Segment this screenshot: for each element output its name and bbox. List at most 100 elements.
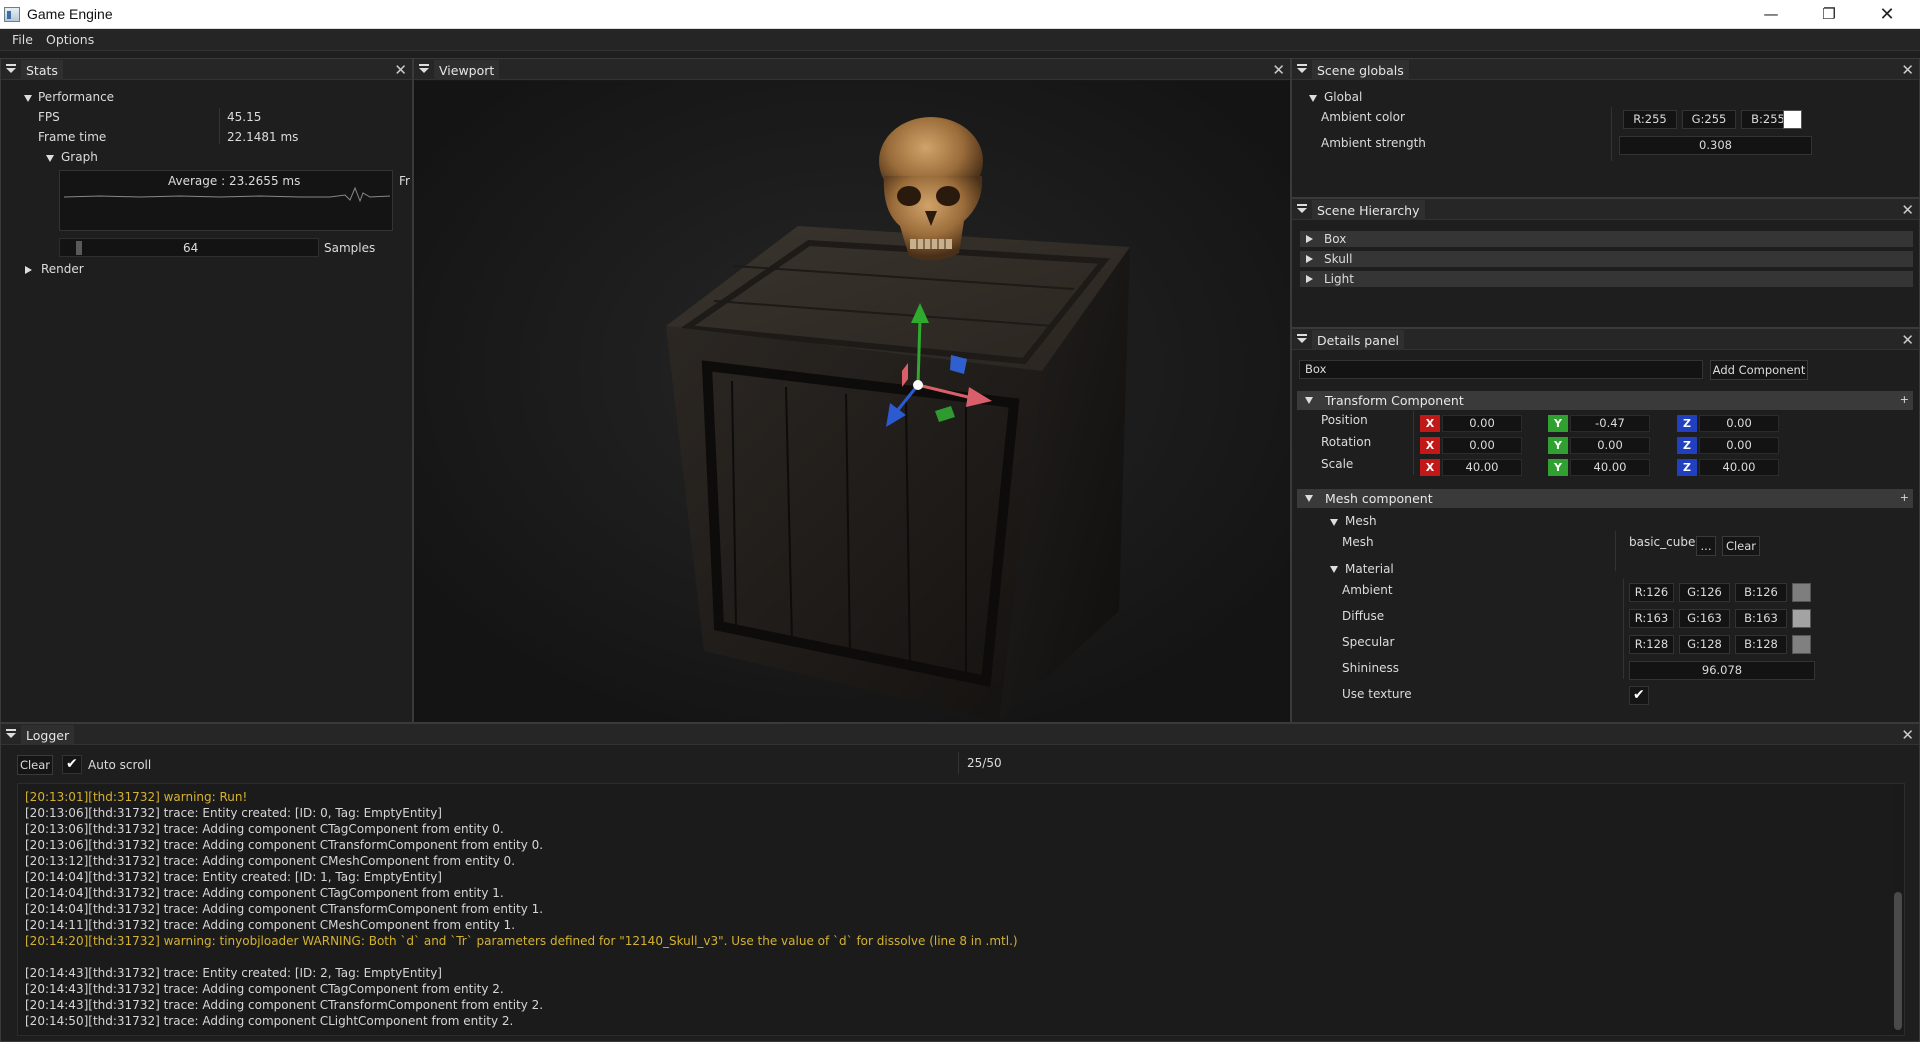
render-node[interactable]: Render	[41, 262, 84, 276]
material-diffuse-b[interactable]: B:163	[1735, 609, 1787, 628]
hierarchy-item-light[interactable]: Light	[1300, 271, 1913, 287]
ambient-color-label: Ambient color	[1321, 110, 1405, 124]
menu-file[interactable]: File	[12, 32, 33, 47]
clear-log-button[interactable]: Clear	[17, 755, 53, 775]
scale-x-field[interactable]: 40.00	[1442, 459, 1522, 476]
logger-panel: Logger ✕ Clear ✔ Auto scroll 25/50 [20:1…	[0, 723, 1920, 1042]
material-diffuse-swatch[interactable]	[1792, 609, 1811, 628]
scrollbar-thumb[interactable]	[1894, 892, 1902, 1030]
graph-node[interactable]: Graph	[61, 150, 98, 164]
ambient-color-swatch[interactable]	[1783, 110, 1802, 129]
ambient-g-field[interactable]: G:255	[1682, 110, 1736, 129]
panel-menu-icon[interactable]	[6, 64, 16, 75]
panel-menu-icon[interactable]	[1297, 64, 1307, 75]
minimize-button[interactable]: —	[1742, 0, 1800, 29]
shininess-slider[interactable]: 96.078	[1629, 661, 1815, 680]
z-axis-badge: Z	[1677, 437, 1697, 454]
performance-node[interactable]: Performance	[38, 90, 114, 104]
expanded-arrow-icon[interactable]	[1305, 397, 1313, 404]
hierarchy-item-skull[interactable]: Skull	[1300, 251, 1913, 267]
viewport-tab[interactable]: Viewport	[434, 60, 500, 80]
expanded-arrow-icon[interactable]	[1330, 566, 1338, 573]
material-ambient-g[interactable]: G:126	[1679, 583, 1730, 602]
scene-hierarchy-tab[interactable]: Scene Hierarchy	[1312, 200, 1425, 220]
entity-name-input[interactable]: Box	[1299, 360, 1703, 379]
scale-y-field[interactable]: 40.00	[1570, 459, 1650, 476]
restore-button[interactable]: ❐	[1800, 0, 1858, 29]
material-ambient-r[interactable]: R:126	[1629, 583, 1674, 602]
scene-hierarchy-panel: Scene Hierarchy ✕ Box Skull Light	[1291, 198, 1920, 328]
material-ambient-b[interactable]: B:126	[1735, 583, 1787, 602]
use-texture-checkbox[interactable]: ✔	[1629, 686, 1649, 705]
mesh-node[interactable]: Mesh	[1345, 514, 1377, 528]
collapsed-arrow-icon[interactable]	[1306, 275, 1313, 283]
close-icon[interactable]: ✕	[1272, 61, 1285, 79]
clear-mesh-button[interactable]: Clear	[1722, 536, 1760, 556]
close-icon[interactable]: ✕	[1901, 61, 1914, 79]
slider-grab[interactable]	[76, 241, 82, 255]
expanded-arrow-icon[interactable]	[1309, 95, 1317, 102]
logger-tab[interactable]: Logger	[21, 725, 75, 745]
global-node[interactable]: Global	[1324, 90, 1362, 104]
ambient-r-field[interactable]: R:255	[1623, 110, 1677, 129]
position-x-field[interactable]: 0.00	[1442, 415, 1522, 432]
panel-menu-icon[interactable]	[1297, 334, 1307, 345]
menu-options[interactable]: Options	[46, 32, 94, 47]
rotation-y-field[interactable]: 0.00	[1570, 437, 1650, 454]
expanded-arrow-icon[interactable]	[46, 155, 54, 162]
hierarchy-item-label: Light	[1324, 272, 1354, 286]
mesh-component-header[interactable]: Mesh component +	[1297, 489, 1913, 508]
collapsed-arrow-icon[interactable]	[1306, 255, 1313, 263]
material-diffuse-r[interactable]: R:163	[1629, 609, 1674, 628]
samples-slider[interactable]: 64	[59, 238, 319, 257]
shininess-label: Shininess	[1342, 661, 1399, 675]
transform-component-header[interactable]: Transform Component +	[1297, 391, 1913, 410]
material-specular-g[interactable]: G:128	[1679, 635, 1730, 654]
log-line: [20:13:12][thd:31732] trace: Adding comp…	[25, 854, 516, 868]
close-icon[interactable]: ✕	[1901, 201, 1914, 219]
panel-menu-icon[interactable]	[419, 64, 429, 75]
column-divider	[1623, 579, 1624, 679]
position-z-field[interactable]: 0.00	[1699, 415, 1779, 432]
panel-menu-icon[interactable]	[6, 729, 16, 740]
expanded-arrow-icon[interactable]	[24, 95, 32, 102]
scale-z-field[interactable]: 40.00	[1699, 459, 1779, 476]
details-tab[interactable]: Details panel	[1312, 330, 1404, 350]
expanded-arrow-icon[interactable]	[1305, 495, 1313, 502]
auto-scroll-checkbox[interactable]: ✔	[62, 755, 82, 774]
crate-model[interactable]	[666, 226, 1130, 721]
position-y-field[interactable]: -0.47	[1570, 415, 1650, 432]
hierarchy-item-box[interactable]: Box	[1300, 231, 1913, 247]
material-node[interactable]: Material	[1345, 562, 1394, 576]
plus-icon[interactable]: +	[1900, 491, 1909, 504]
close-icon[interactable]: ✕	[1901, 726, 1914, 744]
log-scrollbar[interactable]	[1892, 784, 1904, 1035]
viewport-scene[interactable]	[414, 81, 1290, 722]
material-diffuse-g[interactable]: G:163	[1679, 609, 1730, 628]
rotation-label: Rotation	[1321, 435, 1372, 449]
log-line: [20:14:43][thd:31732] trace: Entity crea…	[25, 966, 442, 980]
expanded-arrow-icon[interactable]	[1330, 519, 1338, 526]
close-icon[interactable]: ✕	[1901, 331, 1914, 349]
material-specular-b[interactable]: B:128	[1735, 635, 1787, 654]
fps-value: 45.15	[227, 110, 262, 124]
material-specular-r[interactable]: R:128	[1629, 635, 1674, 654]
close-icon[interactable]: ✕	[394, 61, 407, 79]
stats-tab[interactable]: Stats	[21, 60, 63, 80]
rotation-z-field[interactable]: 0.00	[1699, 437, 1779, 454]
window-title: Game Engine	[27, 6, 113, 22]
close-window-button[interactable]: ✕	[1858, 0, 1916, 29]
collapsed-arrow-icon[interactable]	[25, 266, 32, 274]
material-specular-swatch[interactable]	[1792, 635, 1811, 654]
scene-globals-tab[interactable]: Scene globals	[1312, 60, 1409, 80]
ambient-strength-slider[interactable]: 0.308	[1619, 136, 1812, 155]
collapsed-arrow-icon[interactable]	[1306, 235, 1313, 243]
app-icon	[4, 7, 20, 22]
viewport-panel[interactable]: Viewport ✕	[413, 58, 1291, 723]
plus-icon[interactable]: +	[1900, 393, 1909, 406]
rotation-x-field[interactable]: 0.00	[1442, 437, 1522, 454]
add-component-button[interactable]: Add Component	[1710, 360, 1808, 380]
panel-menu-icon[interactable]	[1297, 204, 1307, 215]
material-ambient-swatch[interactable]	[1792, 583, 1811, 602]
browse-mesh-button[interactable]: ...	[1696, 536, 1716, 556]
